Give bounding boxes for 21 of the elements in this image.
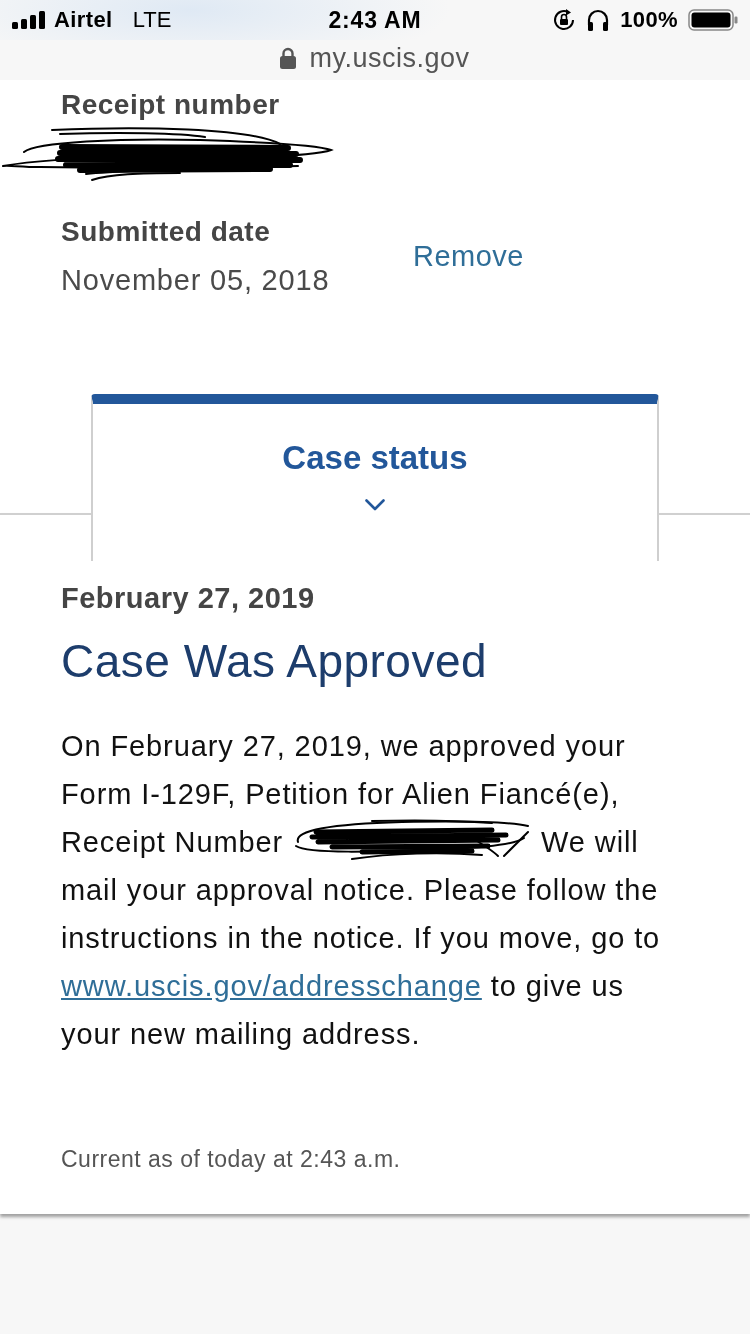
clock-time: 2:43 AM: [328, 6, 422, 33]
last-updated-text: Current as of today at 2:43 a.m.: [61, 1145, 402, 1174]
lock-icon: [280, 47, 297, 69]
signal-icon: [12, 11, 46, 29]
submitted-date-label: Submitted date: [61, 215, 272, 249]
chevron-down-icon: [365, 499, 385, 511]
status-date: February 27, 2019: [61, 581, 316, 616]
address-change-link[interactable]: www.uscis.gov/addresschange: [61, 970, 482, 1002]
submitted-date-value: November 05, 2018: [61, 263, 331, 298]
case-status-tab[interactable]: Case status: [91, 394, 659, 561]
url-text[interactable]: my.uscis.gov: [309, 42, 470, 74]
headphones-icon: [586, 8, 611, 32]
battery-icon: [688, 9, 738, 31]
receipt-number-label: Receipt number: [61, 88, 281, 122]
remove-link[interactable]: Remove: [413, 238, 524, 274]
status-description: On February 27, 2019, we approved your Form I-129F, Petition for Alien Fiancé(e), Receipt Number We will mail your approval notice. Please follow the instructions in the notice. If you move, go to www.uscis.gov/addresschange to give us your new mailing address.: [61, 729, 662, 1052]
battery-percent: 100%: [620, 7, 678, 33]
rotation-lock-icon: [552, 8, 577, 32]
status-title: Case Was Approved: [61, 634, 489, 689]
network-type: LTE: [132, 7, 172, 33]
carrier-name: Airtel: [54, 7, 113, 33]
